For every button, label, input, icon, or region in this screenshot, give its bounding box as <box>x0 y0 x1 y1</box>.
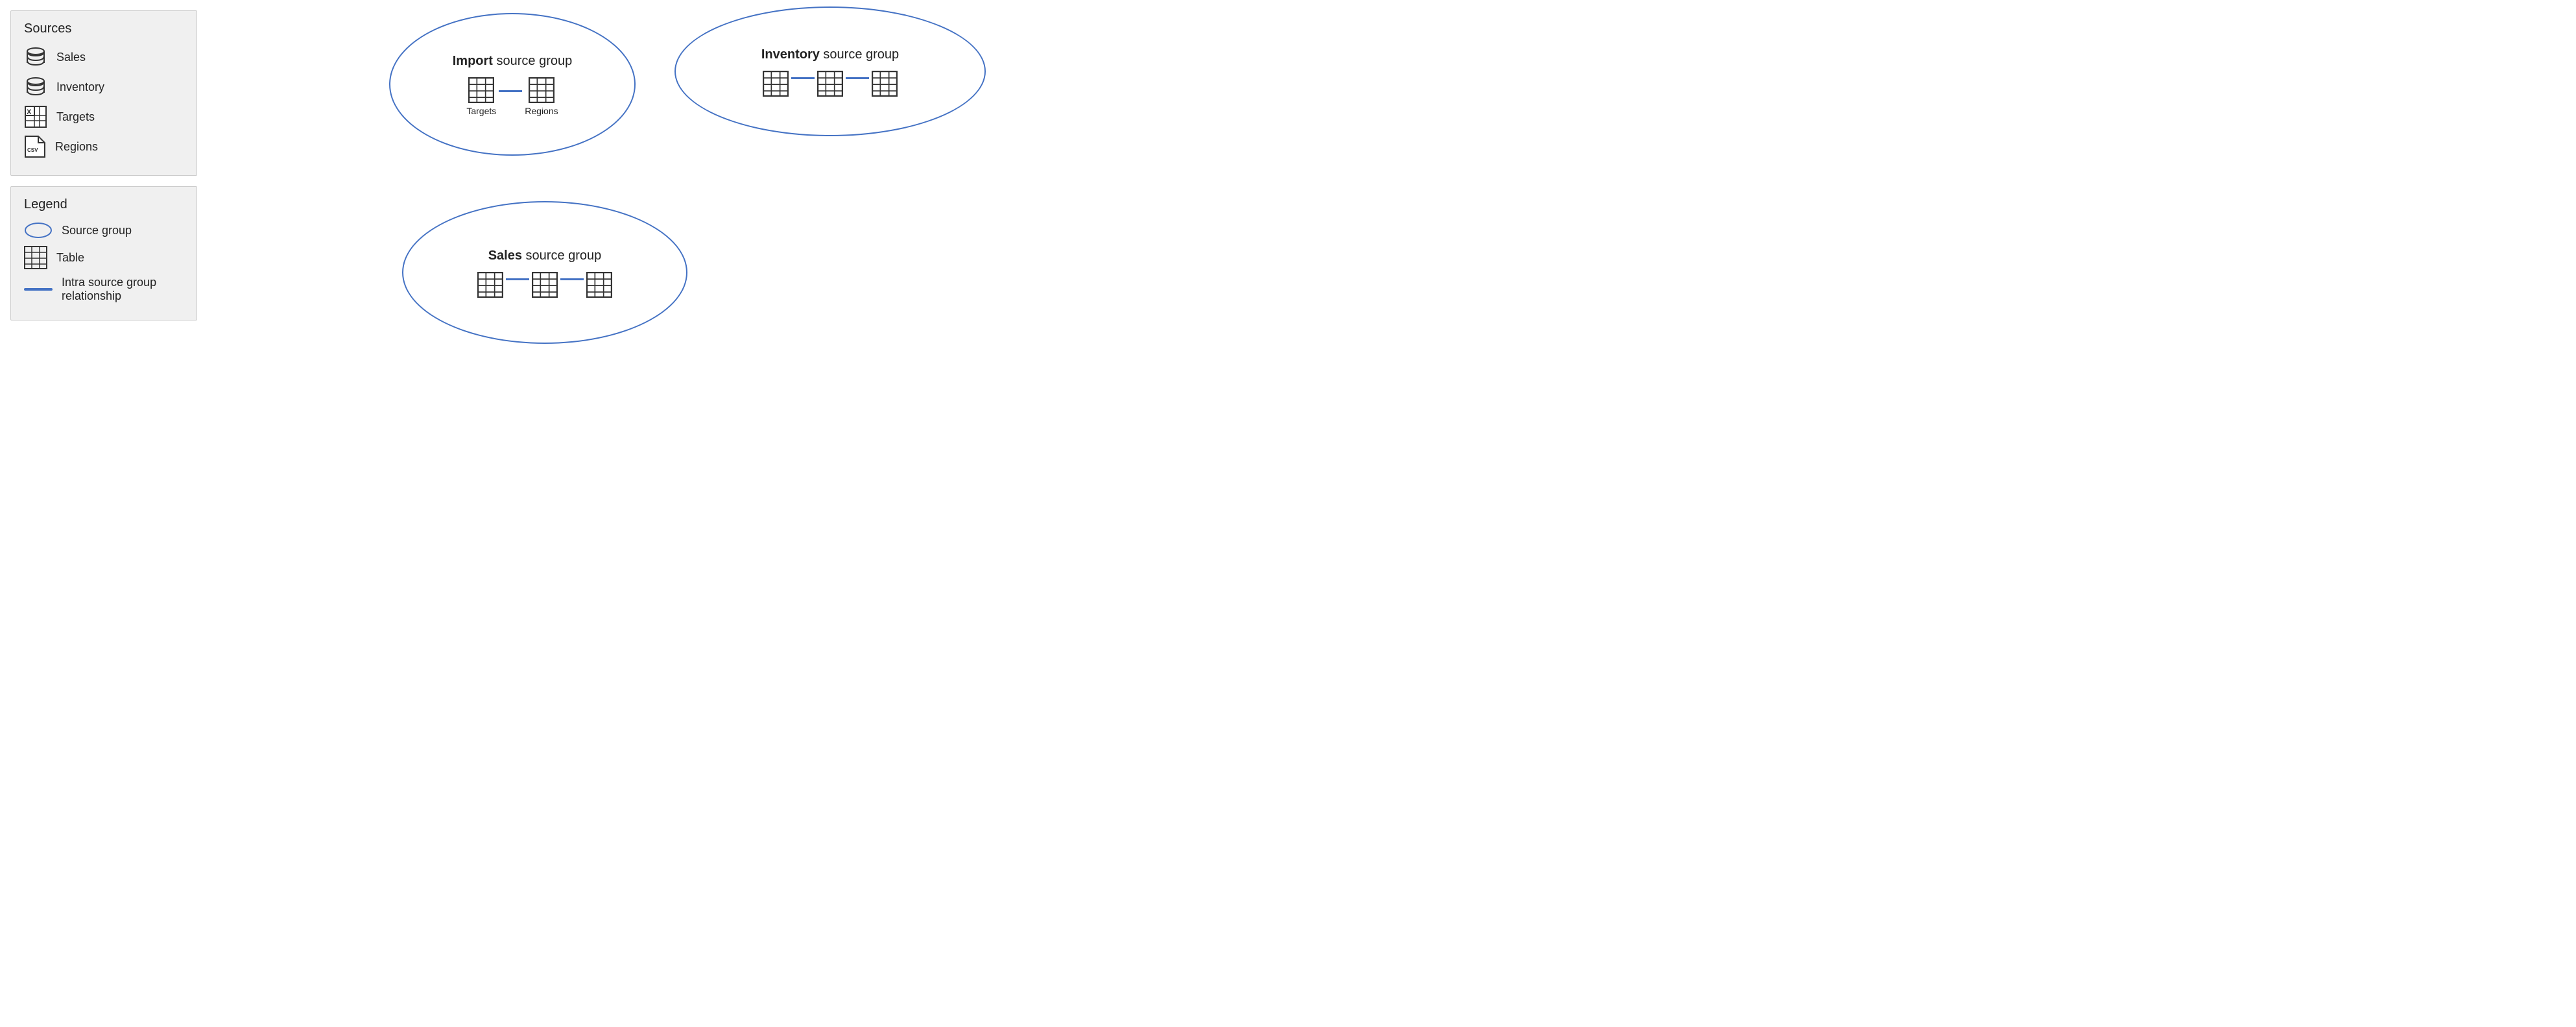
import-table-targets: Targets <box>466 77 496 116</box>
source-item-sales: Sales <box>24 45 184 69</box>
import-group-title-bold: Import <box>453 54 493 68</box>
inventory-table-3 <box>872 71 898 97</box>
sales-group-title: Sales source group <box>488 247 602 264</box>
import-table-regions: Regions <box>525 77 558 116</box>
source-item-inventory: Inventory <box>24 75 184 99</box>
inventory-group-title: Inventory source group <box>761 46 899 63</box>
source-label-targets: Targets <box>56 110 95 124</box>
table-icon-inv3 <box>872 71 898 97</box>
source-label-regions: Regions <box>55 140 98 154</box>
db-icon-inventory <box>24 75 47 99</box>
svg-text:X: X <box>27 108 32 116</box>
sales-table-1 <box>477 272 503 298</box>
legend-title: Legend <box>24 197 184 212</box>
legend-ellipse-icon <box>24 221 53 239</box>
source-label-sales: Sales <box>56 51 86 64</box>
table-icon-sales3 <box>586 272 612 298</box>
legend-label-source-group: Source group <box>62 224 132 237</box>
import-tables-row: Targets Regions <box>466 77 558 116</box>
import-connector-1 <box>499 90 522 92</box>
sales-group-title-rest: source group <box>526 248 602 263</box>
inventory-group-title-rest: source group <box>823 47 899 62</box>
table-icon-regions <box>529 77 555 103</box>
sales-source-group: Sales source group <box>402 201 687 344</box>
sales-table-3 <box>586 272 612 298</box>
inventory-tables-row <box>763 71 898 97</box>
sources-box: Sources Sales <box>10 10 197 176</box>
legend-item-table: Table <box>24 246 184 269</box>
table-icon-targets <box>468 77 494 103</box>
csv-icon-regions: CSV <box>24 135 46 158</box>
inventory-table-1 <box>763 71 789 97</box>
inventory-connector-2 <box>846 77 869 79</box>
inventory-table-2 <box>817 71 843 97</box>
legend-line-icon <box>24 288 53 291</box>
import-group-title: Import source group <box>453 53 573 69</box>
sources-title: Sources <box>24 21 184 36</box>
svg-text:CSV: CSV <box>27 147 38 153</box>
table-icon-inv1 <box>763 71 789 97</box>
inventory-group-title-bold: Inventory <box>761 47 820 62</box>
import-targets-label: Targets <box>466 106 496 116</box>
source-label-inventory: Inventory <box>56 80 104 94</box>
inventory-source-group: Inventory source group <box>674 6 986 136</box>
source-item-targets: X Targets <box>24 105 184 128</box>
source-item-regions: CSV Regions <box>24 135 184 158</box>
table-icon-sales1 <box>477 272 503 298</box>
import-group-title-rest: source group <box>497 54 573 68</box>
sales-connector-2 <box>560 278 584 280</box>
sales-tables-row <box>477 272 612 298</box>
legend-label-table: Table <box>56 251 84 265</box>
import-regions-label: Regions <box>525 106 558 116</box>
db-icon-sales <box>24 45 47 69</box>
table-icon-legend <box>24 246 47 269</box>
table-icon-sales2 <box>532 272 558 298</box>
sales-connector-1 <box>506 278 529 280</box>
table-icon-inv2 <box>817 71 843 97</box>
sales-group-title-bold: Sales <box>488 248 522 263</box>
legend-item-relationship: Intra source group relationship <box>24 276 184 303</box>
legend-item-source-group: Source group <box>24 221 184 239</box>
diagram-area: Import source group Targets <box>208 0 1288 513</box>
import-source-group: Import source group Targets <box>389 13 636 156</box>
inventory-connector-1 <box>791 77 815 79</box>
legend-box: Legend Source group Table <box>10 186 197 320</box>
legend-label-relationship: Intra source group relationship <box>62 276 184 303</box>
excel-icon-targets: X <box>24 105 47 128</box>
left-panel: Sources Sales <box>0 0 208 513</box>
sales-table-2 <box>532 272 558 298</box>
